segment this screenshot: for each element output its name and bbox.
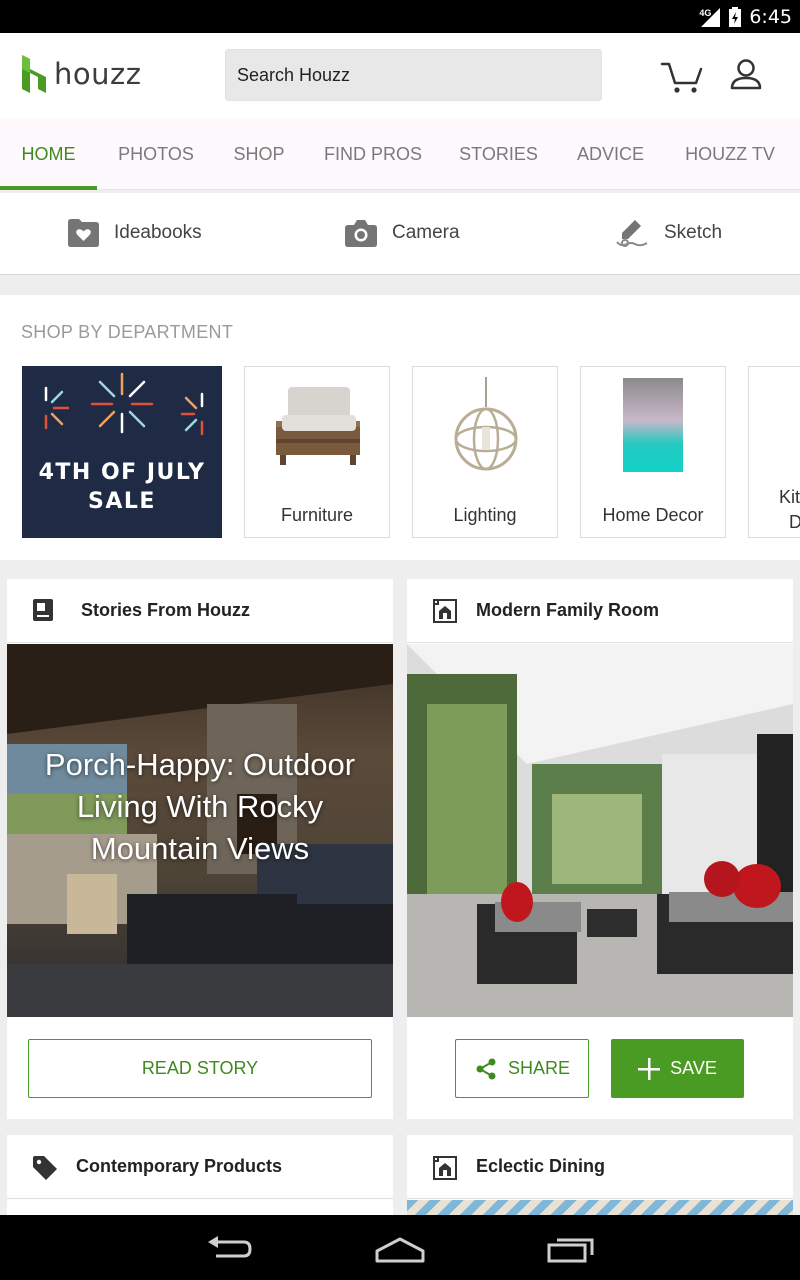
tab-photos[interactable]: PHOTOS xyxy=(103,119,209,190)
dining-image[interactable] xyxy=(407,1200,793,1215)
tab-label: HOME xyxy=(21,144,76,164)
search-input[interactable]: Search Houzz xyxy=(225,49,602,101)
save-button[interactable]: SAVE xyxy=(611,1039,744,1098)
department-furniture[interactable]: Furniture xyxy=(244,366,390,538)
camera-button[interactable]: Camera xyxy=(345,193,460,273)
section-title: SHOP BY DEPARTMENT xyxy=(21,322,234,342)
home-nav-icon[interactable] xyxy=(374,1237,426,1263)
ideabook-heart-icon xyxy=(68,219,99,247)
sale-banner[interactable]: 4TH OF JULY SALE xyxy=(22,366,222,538)
share-icon xyxy=(476,1058,496,1079)
products-card: Contemporary Products xyxy=(7,1135,393,1215)
recents-icon[interactable] xyxy=(547,1237,595,1263)
card-title: Modern Family Room xyxy=(476,600,660,620)
card-header: Contemporary Products xyxy=(7,1135,393,1199)
sketch-button[interactable]: Sketch xyxy=(615,193,722,273)
sale-line-1: 4TH OF JULY xyxy=(38,460,206,485)
tab-find-pros[interactable]: FIND PROS xyxy=(312,119,434,190)
plus-icon xyxy=(638,1057,661,1080)
tab-advice[interactable]: ADVICE xyxy=(563,119,658,190)
card-title: Contemporary Products xyxy=(76,1156,283,1176)
department-label: Furniture xyxy=(280,505,354,525)
room-image[interactable] xyxy=(407,644,793,1017)
tab-label: ADVICE xyxy=(576,144,645,164)
logo-text: houzz xyxy=(54,57,142,91)
card-title: Stories From Houzz xyxy=(81,600,251,620)
tab-home[interactable]: HOME xyxy=(0,119,97,190)
tab-label: STORIES xyxy=(459,144,538,164)
dining-card: Eclectic Dining xyxy=(407,1135,793,1215)
photo-card: Modern Family Room SHARE SAVE xyxy=(407,579,793,1119)
cart-icon[interactable] xyxy=(660,59,704,95)
status-bar: 4G 6:45 xyxy=(0,0,800,33)
read-story-label: READ STORY xyxy=(141,1058,259,1078)
camera-icon xyxy=(345,219,377,247)
houzz-logo[interactable]: houzz xyxy=(22,55,141,93)
ideabooks-label: Ideabooks xyxy=(114,222,202,243)
back-icon[interactable] xyxy=(206,1234,254,1264)
tab-label: FIND PROS xyxy=(323,144,422,164)
tab-label: HOUZZ TV xyxy=(685,144,775,164)
houzz-logo-icon xyxy=(22,55,46,93)
family-room-photo xyxy=(407,644,793,1017)
story-image[interactable]: Porch-Happy: Outdoor Living With Rocky M… xyxy=(7,644,393,1017)
read-story-button[interactable]: READ STORY xyxy=(28,1039,372,1098)
department-lighting[interactable]: Lighting xyxy=(412,366,558,538)
status-time: 6:45 xyxy=(749,5,792,28)
battery-icon xyxy=(729,6,742,27)
book-icon xyxy=(33,599,53,621)
department-label-partial: Kit D xyxy=(779,487,800,532)
network-type: 4G xyxy=(699,7,712,18)
home-photo-icon xyxy=(433,599,457,623)
search-placeholder: Search Houzz xyxy=(237,65,351,85)
department-label: Home Decor xyxy=(602,505,704,525)
share-button[interactable]: SHARE xyxy=(455,1039,589,1098)
tab-houzz-tv[interactable]: HOUZZ TV xyxy=(672,119,788,190)
sketch-label: Sketch xyxy=(664,222,723,243)
card-title: Eclectic Dining xyxy=(476,1156,606,1176)
tab-shop[interactable]: SHOP xyxy=(220,119,298,190)
department-home-decor[interactable]: Home Decor xyxy=(580,366,726,538)
active-tab-indicator xyxy=(0,186,97,190)
story-headline: Porch-Happy: Outdoor Living With Rocky M… xyxy=(44,747,356,866)
tab-stories[interactable]: STORIES xyxy=(448,119,549,190)
camera-label: Camera xyxy=(392,222,460,243)
sale-line-2: SALE xyxy=(88,489,156,514)
pendant-light-image xyxy=(454,377,518,471)
card-header: Modern Family Room xyxy=(407,579,793,643)
shop-by-department: SHOP BY DEPARTMENT 4TH OF JULY SALE Furn… xyxy=(0,295,800,560)
cell-signal-icon: 4G xyxy=(699,6,721,28)
tab-label: SHOP xyxy=(233,144,285,164)
main-tabs: HOME PHOTOS SHOP FIND PROS STORIES ADVIC… xyxy=(0,119,800,190)
quick-actions: Ideabooks Camera Sketch xyxy=(0,193,800,275)
share-label: SHARE xyxy=(507,1058,570,1078)
sketch-pen-icon xyxy=(616,220,648,247)
tag-icon xyxy=(33,1156,57,1180)
tab-label: PHOTOS xyxy=(118,144,194,164)
save-label: SAVE xyxy=(670,1058,717,1078)
card-header: Stories From Houzz xyxy=(7,579,393,643)
account-icon[interactable] xyxy=(728,57,764,93)
story-card: Stories From Houzz Porch-Happy: Outdoor … xyxy=(7,579,393,1119)
system-nav-bar xyxy=(0,1215,800,1280)
sale-banner-text: 4TH OF JULY SALE xyxy=(22,458,222,516)
app-bar: houzz Search Houzz xyxy=(0,33,800,119)
armchair-image xyxy=(276,387,360,465)
card-header: Eclectic Dining xyxy=(407,1135,793,1199)
ideabooks-button[interactable]: Ideabooks xyxy=(68,193,202,273)
department-kitchen-dining[interactable]: Kit D xyxy=(748,366,800,538)
rug-image xyxy=(623,378,683,472)
home-photo-icon xyxy=(433,1156,457,1180)
department-label: Lighting xyxy=(453,505,517,525)
